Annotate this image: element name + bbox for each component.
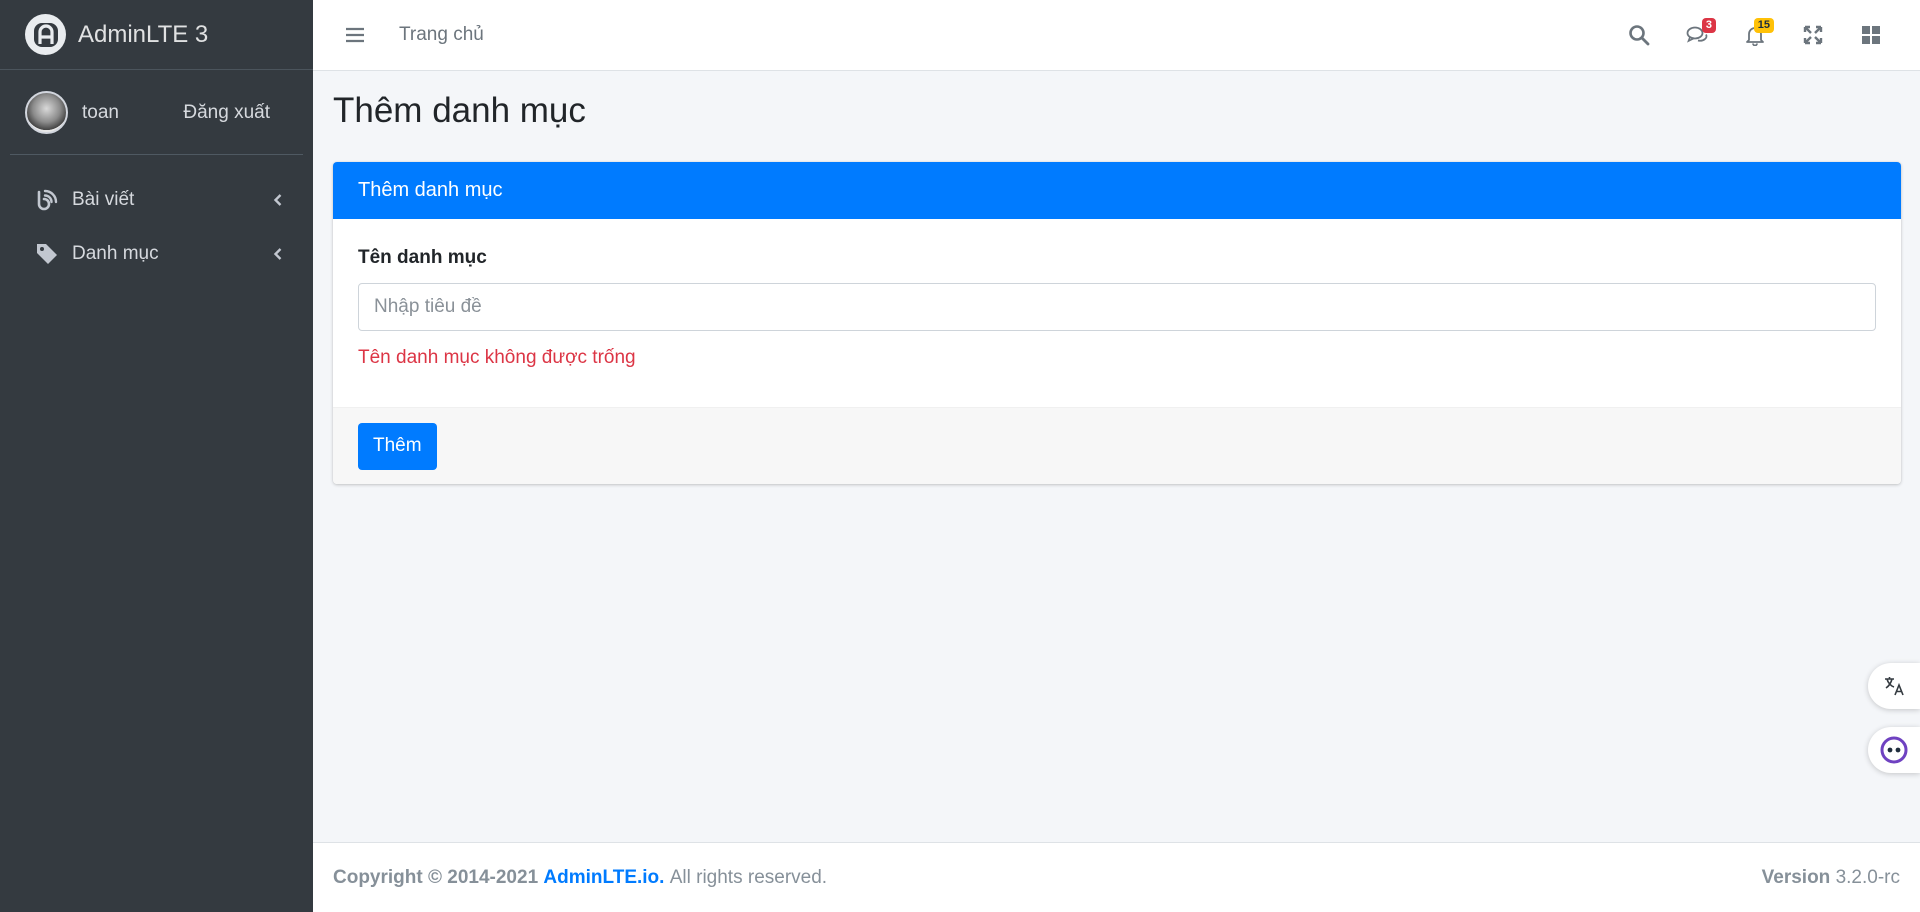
page-title: Thêm danh mục [333, 91, 586, 130]
version-info: Version 3.2.0-rc [1762, 867, 1900, 889]
sidebar-item-posts[interactable]: Bài viết [0, 173, 313, 227]
rights-text: All rights reserved. [669, 866, 828, 888]
notifications-badge: 15 [1753, 18, 1774, 33]
chevron-left-icon [273, 248, 282, 260]
grid-icon [1862, 26, 1880, 44]
user-panel: toan Đăng xuất [0, 70, 313, 155]
logout-link[interactable]: Đăng xuất [183, 102, 270, 124]
sidebar-item-categories[interactable]: Danh mục [0, 227, 313, 281]
assistant-face-icon [1880, 736, 1908, 764]
version-label: Version [1761, 866, 1831, 888]
user-name[interactable]: toan [82, 102, 119, 124]
messages-button[interactable]: 3 [1668, 15, 1726, 55]
brand-name: AdminLTE 3 [78, 20, 209, 48]
avatar [25, 91, 68, 134]
sidebar-nav: Bài viết Danh mục [0, 155, 313, 281]
version-value: 3.2.0-rc [1835, 866, 1900, 888]
control-sidebar-button[interactable] [1842, 15, 1900, 55]
translate-icon [1885, 677, 1904, 696]
assistant-button[interactable] [1868, 727, 1920, 773]
home-link[interactable]: Trang chủ [399, 24, 484, 46]
search-icon [1629, 25, 1650, 46]
search-button[interactable] [1610, 15, 1668, 55]
chevron-left-icon [273, 194, 282, 206]
card-footer: Thêm [333, 407, 1901, 484]
expand-arrows-icon [1803, 25, 1823, 45]
top-navbar: Trang chủ 3 15 [313, 0, 1920, 71]
card-header: Thêm danh mục [333, 162, 1901, 219]
main-footer: Copyright © 2014-2021 AdminLTE.io. All r… [313, 842, 1920, 912]
validation-error: Tên danh mục không được trống [358, 347, 636, 368]
main-sidebar: AdminLTE 3 toan Đăng xuất Bài viết Danh … [0, 0, 313, 912]
copyright-text: Copyright © 2014-2021 [333, 866, 539, 888]
category-name-label: Tên danh mục [358, 247, 487, 268]
card-body: Tên danh mục Tên danh mục không được trố… [333, 219, 1901, 407]
blog-icon [34, 187, 60, 213]
sidebar-item-label: Danh mục [72, 243, 159, 264]
navbar-right-icons: 3 15 [1610, 15, 1900, 55]
category-form-card: Thêm danh mục Tên danh mục Tên danh mục … [333, 162, 1901, 484]
notifications-button[interactable]: 15 [1726, 15, 1784, 55]
tag-icon [34, 241, 60, 267]
sidebar-item-label: Bài viết [72, 189, 135, 210]
category-name-input[interactable] [358, 283, 1876, 331]
submit-button[interactable]: Thêm [358, 422, 437, 470]
translate-button[interactable] [1868, 663, 1920, 709]
adminlte-logo-icon [25, 14, 66, 55]
messages-badge: 3 [1701, 18, 1716, 33]
adminlte-link[interactable]: AdminLTE.io. [543, 867, 664, 889]
fullscreen-button[interactable] [1784, 15, 1842, 55]
brand-link[interactable]: AdminLTE 3 [0, 0, 313, 70]
hamburger-menu-icon[interactable] [343, 23, 367, 47]
